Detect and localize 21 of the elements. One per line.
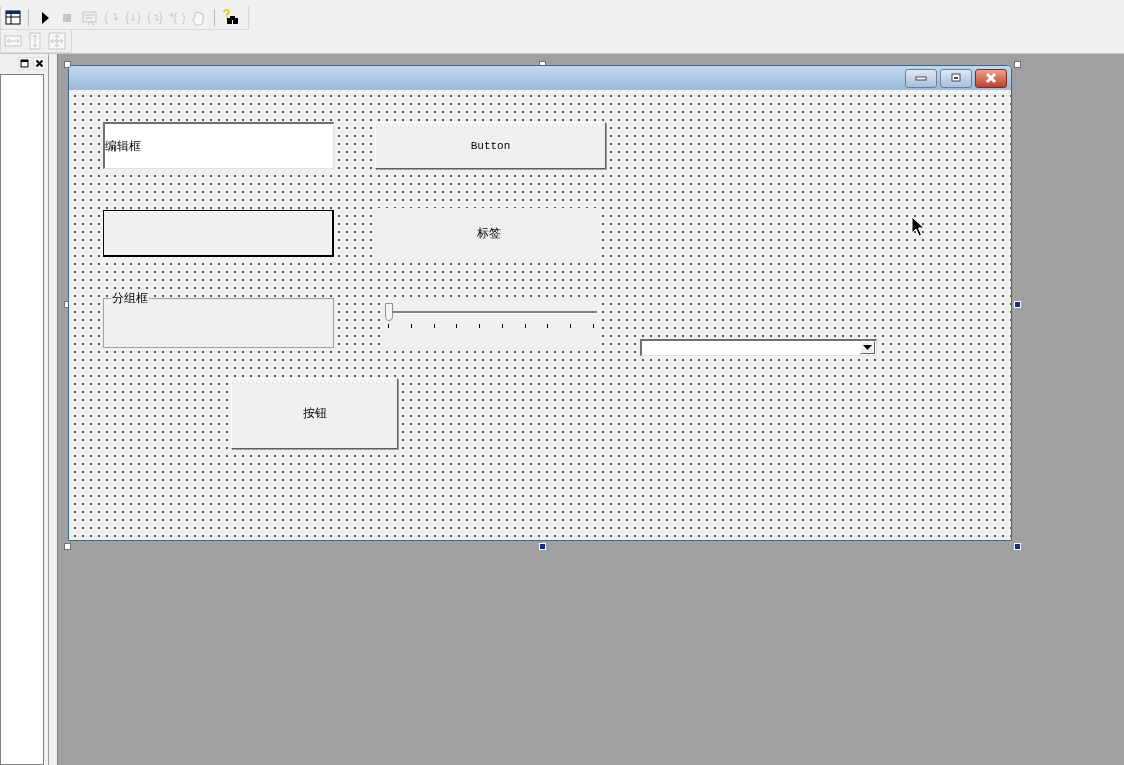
close-button[interactable] xyxy=(975,68,1007,88)
mouse-pointer-icon xyxy=(911,216,927,238)
resize-handle[interactable] xyxy=(64,543,71,550)
restore-icon xyxy=(950,73,962,83)
picture-frame[interactable] xyxy=(103,210,334,257)
maximize-icon[interactable] xyxy=(18,56,31,70)
minimize-button[interactable] xyxy=(905,68,937,88)
minimize-icon xyxy=(915,75,927,81)
dialog-window[interactable]: 编辑框 Button 标签 分组框 按钮 xyxy=(68,65,1012,541)
push-button[interactable]: Button xyxy=(375,122,606,169)
restore-button[interactable] xyxy=(940,68,972,88)
combo-box[interactable] xyxy=(640,339,877,356)
resize-handle[interactable] xyxy=(64,61,71,68)
push-button[interactable]: 按钮 xyxy=(231,378,398,449)
close-icon[interactable] xyxy=(33,56,46,70)
group-box-caption: 分组框 xyxy=(111,291,149,306)
text-input-field[interactable]: 编辑框 xyxy=(103,122,334,169)
close-icon xyxy=(984,73,998,83)
binoculars-icon[interactable] xyxy=(221,8,240,27)
layout-icon[interactable] xyxy=(3,8,22,27)
resize-handle[interactable] xyxy=(1014,61,1021,68)
